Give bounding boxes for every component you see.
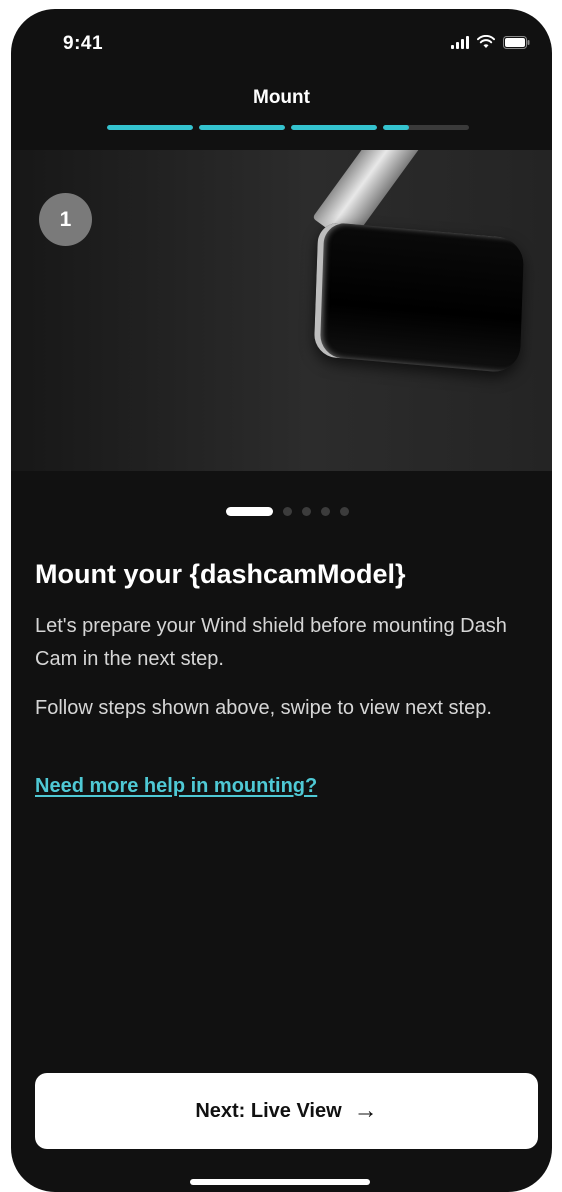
status-bar: 9:41 <box>11 9 552 79</box>
progress-segment <box>107 125 193 130</box>
content-title: Mount your {dashcamModel} <box>35 559 406 589</box>
arrow-right-icon: → <box>353 1097 378 1124</box>
carousel-dot[interactable] <box>340 507 349 516</box>
phone-screen: 9:41 Mount 1 Mount your {dashcamModel} L… <box>11 9 552 1192</box>
progress-segment <box>199 125 285 130</box>
step-number-badge: 1 <box>39 193 92 246</box>
progress-bar <box>107 125 469 130</box>
page-title: Mount <box>253 87 310 108</box>
status-time: 9:41 <box>63 33 104 54</box>
status-icons <box>451 35 530 49</box>
carousel-indicator <box>11 507 552 516</box>
home-indicator <box>190 1179 370 1185</box>
carousel-dot[interactable] <box>321 507 330 516</box>
description-paragraph: Let's prepare your Wind shield before mo… <box>35 615 507 670</box>
battery-icon <box>503 35 530 49</box>
instruction-paragraph: Follow steps shown above, swipe to view … <box>35 697 492 719</box>
dashcam-mirror <box>313 221 525 374</box>
next-button[interactable]: Next: Live View → <box>35 1073 538 1149</box>
next-button-label: Next: Live View <box>195 1099 342 1122</box>
instruction-image[interactable]: 1 <box>11 150 552 471</box>
signal-icon <box>451 35 469 49</box>
carousel-dot[interactable] <box>302 507 311 516</box>
progress-segment <box>383 125 469 130</box>
carousel-dot[interactable] <box>226 507 273 516</box>
wifi-icon <box>477 35 495 48</box>
help-link[interactable]: Need more help in mounting? <box>35 775 317 798</box>
carousel-dot[interactable] <box>283 507 292 516</box>
progress-segment <box>291 125 377 130</box>
